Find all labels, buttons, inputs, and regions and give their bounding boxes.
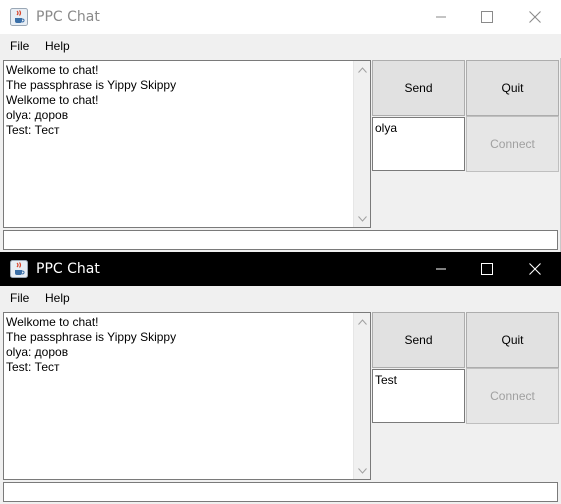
scroll-down-arrow-icon[interactable] bbox=[354, 462, 370, 479]
minimize-icon[interactable] bbox=[418, 252, 464, 286]
quit-button[interactable]: Quit bbox=[466, 312, 559, 368]
chat-message: Test: Тест bbox=[6, 360, 60, 374]
menu-file[interactable]: File bbox=[10, 291, 29, 305]
username-field[interactable]: olya bbox=[372, 117, 465, 171]
vertical-scrollbar[interactable] bbox=[353, 313, 370, 479]
window-title: PPC Chat bbox=[36, 261, 100, 277]
quit-button[interactable]: Quit bbox=[466, 60, 559, 116]
java-cup-icon bbox=[10, 8, 28, 26]
scroll-up-arrow-icon[interactable] bbox=[354, 313, 370, 330]
java-cup-icon bbox=[10, 260, 28, 278]
chat-message: olya: доров bbox=[6, 345, 69, 359]
chat-message: Welkome to chat! bbox=[6, 93, 99, 107]
menu-bar: File Help bbox=[0, 34, 561, 58]
menu-bar: File Help bbox=[0, 286, 561, 310]
close-icon[interactable] bbox=[512, 252, 558, 286]
chat-message: Welkome to chat! bbox=[6, 63, 99, 77]
vertical-scrollbar[interactable] bbox=[353, 61, 370, 227]
send-button[interactable]: Send bbox=[372, 312, 465, 368]
title-bar[interactable]: PPC Chat bbox=[0, 252, 561, 286]
minimize-icon[interactable] bbox=[418, 0, 464, 34]
chat-message: Welkome to chat! bbox=[6, 315, 99, 329]
message-input[interactable] bbox=[3, 482, 558, 502]
chat-message: Test: Тест bbox=[6, 123, 60, 137]
chat-window-2: PPC Chat File Help Welkome to chat! The … bbox=[0, 252, 561, 504]
send-button[interactable]: Send bbox=[372, 60, 465, 116]
message-input[interactable] bbox=[3, 230, 558, 250]
chat-window-1: PPC Chat File Help Welkome to chat! The … bbox=[0, 0, 561, 252]
chat-lines: Welkome to chat! The passphrase is Yippy… bbox=[6, 315, 351, 375]
chat-lines: Welkome to chat! The passphrase is Yippy… bbox=[6, 63, 351, 138]
scroll-up-arrow-icon[interactable] bbox=[354, 61, 370, 78]
menu-file[interactable]: File bbox=[10, 39, 29, 53]
window-title: PPC Chat bbox=[36, 9, 100, 25]
chat-message: The passphrase is Yippy Skippy bbox=[6, 330, 177, 344]
menu-help[interactable]: Help bbox=[45, 291, 70, 305]
chat-message: The passphrase is Yippy Skippy bbox=[6, 78, 177, 92]
scroll-down-arrow-icon[interactable] bbox=[354, 210, 370, 227]
maximize-icon[interactable] bbox=[464, 0, 510, 34]
connect-button[interactable]: Connect bbox=[466, 116, 559, 172]
connect-button[interactable]: Connect bbox=[466, 368, 559, 424]
maximize-icon[interactable] bbox=[464, 252, 510, 286]
chat-log[interactable]: Welkome to chat! The passphrase is Yippy… bbox=[3, 312, 371, 480]
menu-help[interactable]: Help bbox=[45, 39, 70, 53]
chat-log[interactable]: Welkome to chat! The passphrase is Yippy… bbox=[3, 60, 371, 228]
username-field[interactable]: Test bbox=[372, 369, 465, 423]
close-icon[interactable] bbox=[512, 0, 558, 34]
title-bar[interactable]: PPC Chat bbox=[0, 0, 561, 34]
chat-message: olya: доров bbox=[6, 108, 69, 122]
